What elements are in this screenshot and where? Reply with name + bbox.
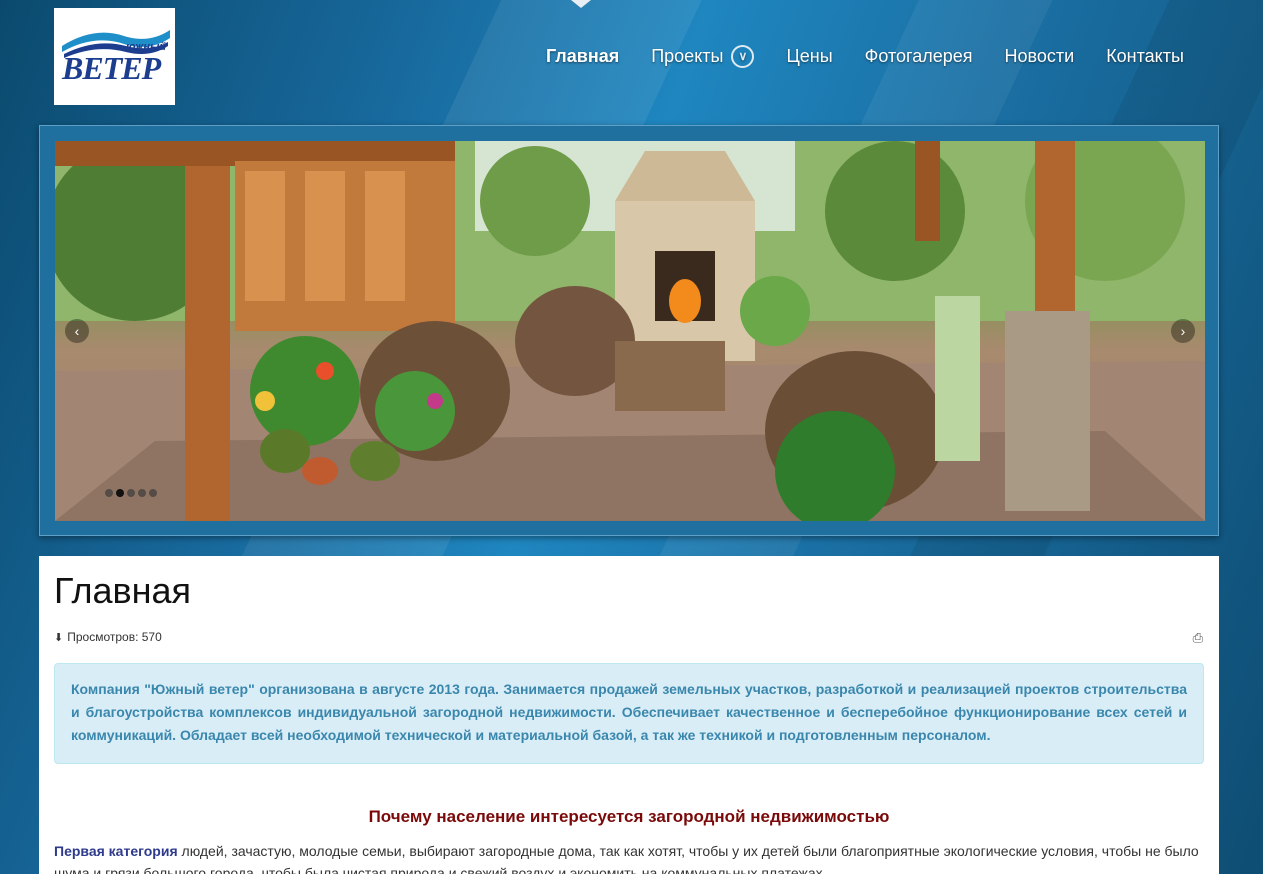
nav-item-label: Цены [786, 45, 833, 66]
main-nav: Главная Проекты ∨ Цены Фотогалерея Новос… [530, 42, 1200, 70]
slider-prev-button[interactable]: ‹ [65, 319, 89, 343]
article-paragraph: Первая категория людей, зачастую, молоды… [54, 840, 1204, 874]
slider-dot[interactable] [105, 489, 113, 497]
site-logo[interactable]: южный ВЕТЕР [54, 8, 175, 105]
logo-big-text: ВЕТЕР [62, 50, 161, 86]
nav-item-label: Главная [546, 45, 620, 66]
chevron-down-icon[interactable]: ∨ [731, 44, 755, 68]
nav-item-news[interactable]: Новости [1005, 46, 1075, 67]
views-count: 570 [141, 630, 162, 644]
nav-item-label: Новости [1004, 45, 1075, 66]
page-title: Главная [54, 570, 192, 611]
main-content: Главная ⬇ Просмотров: 570 ⎙ Компания "Юж… [39, 556, 1219, 874]
slider-dot[interactable] [138, 489, 146, 497]
nav-item-label: Контакты [1106, 45, 1184, 66]
paragraph-lead: Первая категория [54, 843, 178, 859]
download-icon: ⬇ [54, 631, 64, 644]
slide-image-patio: ‹ › [55, 141, 1205, 521]
nav-item-contacts[interactable]: Контакты [1106, 46, 1184, 67]
nav-item-projects[interactable]: Проекты ∨ [651, 44, 755, 68]
section-heading: Почему население интересуется загородной… [368, 807, 890, 826]
nav-item-gallery[interactable]: Фотогалерея [865, 46, 973, 67]
print-icon[interactable]: ⎙ [1193, 630, 1203, 646]
company-info-alert: Компания "Южный ветер" организована в ав… [54, 663, 1204, 764]
slider-dot[interactable] [149, 489, 157, 497]
paragraph-text: людей, зачастую, молодые семьи, выбирают… [54, 843, 1199, 874]
views-label: Просмотров: [67, 630, 139, 644]
slider-dots [105, 489, 160, 497]
nav-item-label: Проекты [651, 45, 724, 66]
views-meta: ⬇ Просмотров: 570 [54, 630, 162, 644]
slider-dot[interactable] [127, 489, 135, 497]
top-notch [571, 0, 591, 8]
slider-dot-active[interactable] [116, 489, 124, 497]
nav-item-prices[interactable]: Цены [786, 46, 832, 67]
image-slider: ‹ › [39, 125, 1219, 536]
slider-next-button[interactable]: › [1171, 319, 1195, 343]
nav-item-home[interactable]: Главная [546, 46, 619, 67]
nav-item-label: Фотогалерея [864, 45, 973, 66]
